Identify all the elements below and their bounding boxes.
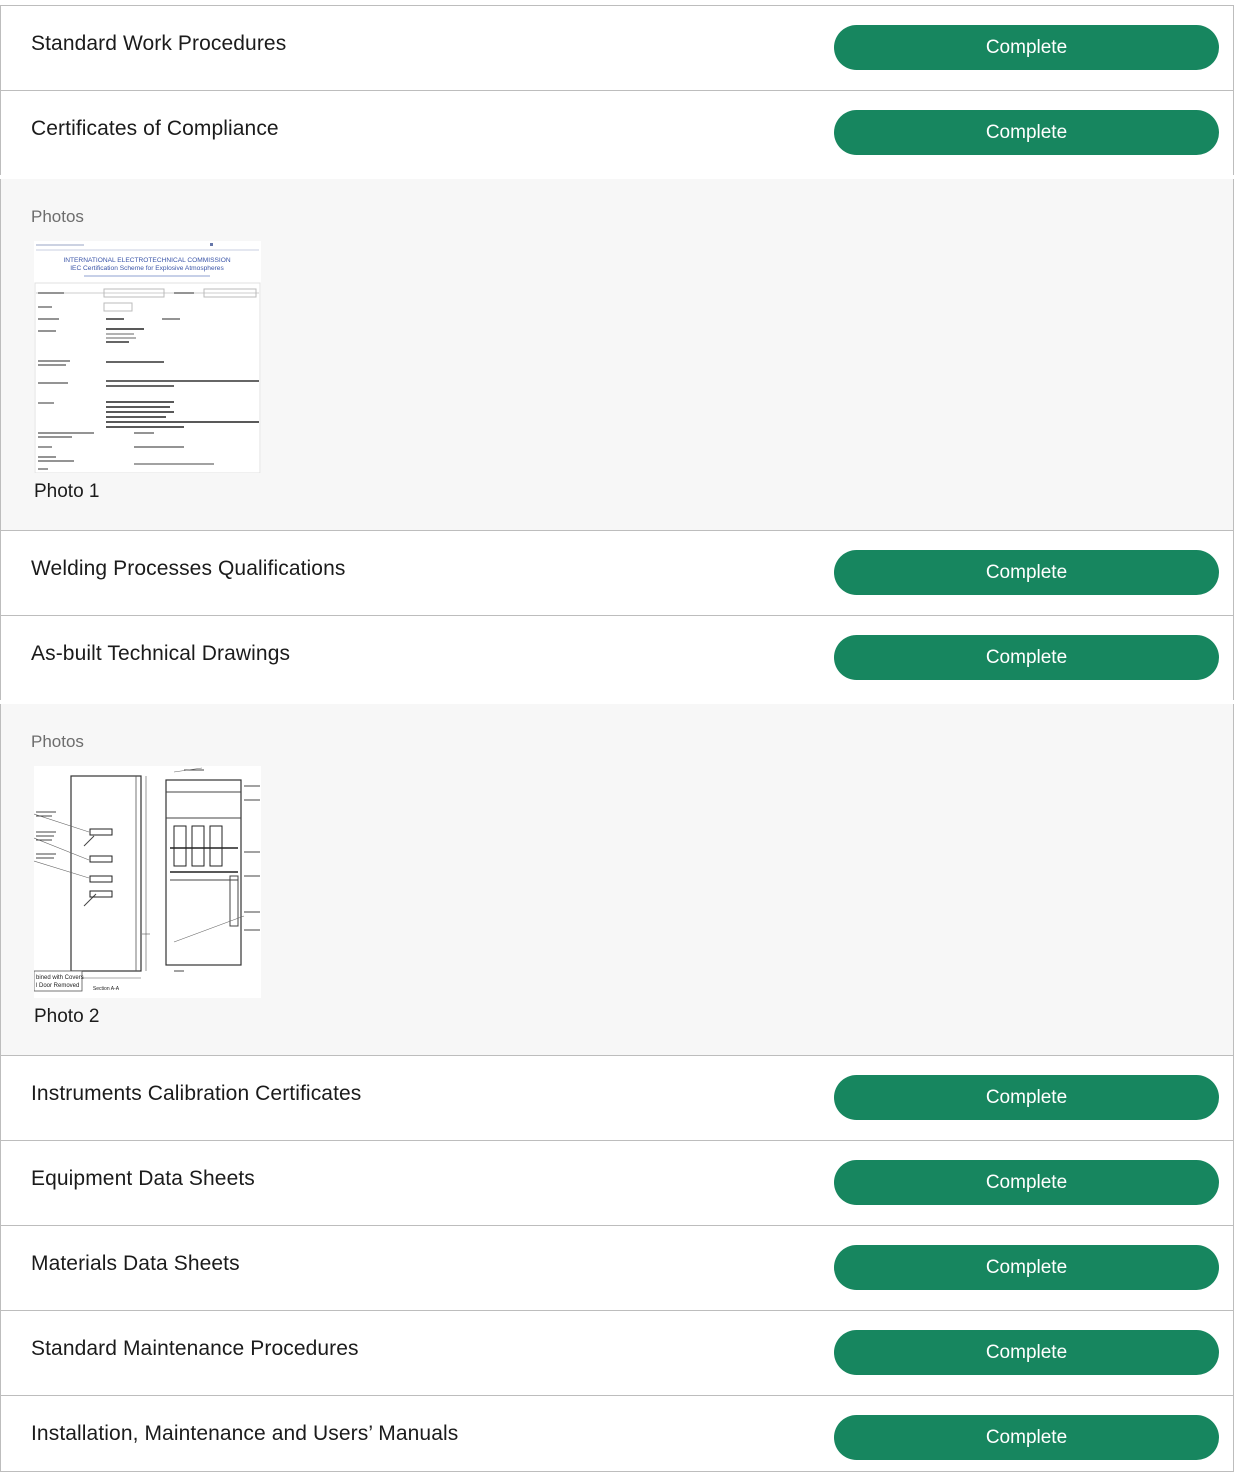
certificate-document-image: INTERNATIONAL ELECTROTECHNICAL COMMISSIO…	[34, 241, 261, 473]
item-title: Certificates of Compliance	[31, 117, 279, 140]
checklist-row: Welding Processes Qualifications Complet…	[0, 530, 1234, 615]
checklist-row: Materials Data Sheets Complete	[0, 1225, 1234, 1310]
complete-status-button[interactable]: Complete	[834, 1330, 1219, 1375]
complete-status-button[interactable]: Complete	[834, 1415, 1219, 1460]
item-title: Materials Data Sheets	[31, 1252, 240, 1275]
drawing-note-line-2: l Door Removed	[36, 983, 79, 989]
complete-status-button[interactable]: Complete	[834, 1075, 1219, 1120]
complete-status-button[interactable]: Complete	[834, 25, 1219, 70]
checklist-row: Instruments Calibration Certificates Com…	[0, 1055, 1234, 1140]
certificate-heading-1: INTERNATIONAL ELECTROTECHNICAL COMMISSIO…	[63, 257, 230, 264]
item-title: Standard Work Procedures	[31, 32, 287, 55]
photos-label: Photos	[31, 207, 84, 226]
drawing-section-label: Section A-A	[93, 986, 120, 992]
checklist-row: Equipment Data Sheets Complete	[0, 1140, 1234, 1225]
photo-thumbnail[interactable]: Section A-A bined with Covers l Door Rem…	[34, 766, 261, 998]
checklist-row: Standard Maintenance Procedures Complete	[0, 1310, 1234, 1395]
item-title: Instruments Calibration Certificates	[31, 1082, 362, 1105]
complete-status-button[interactable]: Complete	[834, 110, 1219, 155]
photo-thumbnail[interactable]: INTERNATIONAL ELECTROTECHNICAL COMMISSIO…	[34, 241, 261, 473]
photo-caption: Photo 2	[34, 1006, 100, 1027]
complete-status-button[interactable]: Complete	[834, 635, 1219, 680]
checklist-row: Installation, Maintenance and Users’ Man…	[0, 1395, 1234, 1472]
item-title: Installation, Maintenance and Users’ Man…	[31, 1422, 459, 1445]
certificate-heading-2: IEC Certification Scheme for Explosive A…	[70, 265, 224, 272]
checklist-row: Standard Work Procedures Complete	[0, 5, 1234, 90]
item-title: Equipment Data Sheets	[31, 1167, 255, 1190]
checklist-row: Certificates of Compliance Complete	[0, 90, 1234, 175]
item-title: Welding Processes Qualifications	[31, 557, 346, 580]
photos-section: Photos INTERNATIONAL ELECTROTECHNICAL CO…	[0, 179, 1234, 531]
checklist-row: As-built Technical Drawings Complete	[0, 615, 1234, 700]
complete-status-button[interactable]: Complete	[834, 1245, 1219, 1290]
technical-drawing-image: Section A-A bined with Covers l Door Rem…	[34, 766, 261, 998]
item-title: As-built Technical Drawings	[31, 642, 291, 665]
complete-status-button[interactable]: Complete	[834, 1160, 1219, 1205]
item-title: Standard Maintenance Procedures	[31, 1337, 359, 1360]
photos-section: Photos Section A-A bined with Covers l D…	[0, 704, 1234, 1056]
photos-label: Photos	[31, 732, 84, 751]
drawing-note-line-1: bined with Covers	[36, 975, 84, 981]
photo-caption: Photo 1	[34, 481, 100, 502]
complete-status-button[interactable]: Complete	[834, 550, 1219, 595]
